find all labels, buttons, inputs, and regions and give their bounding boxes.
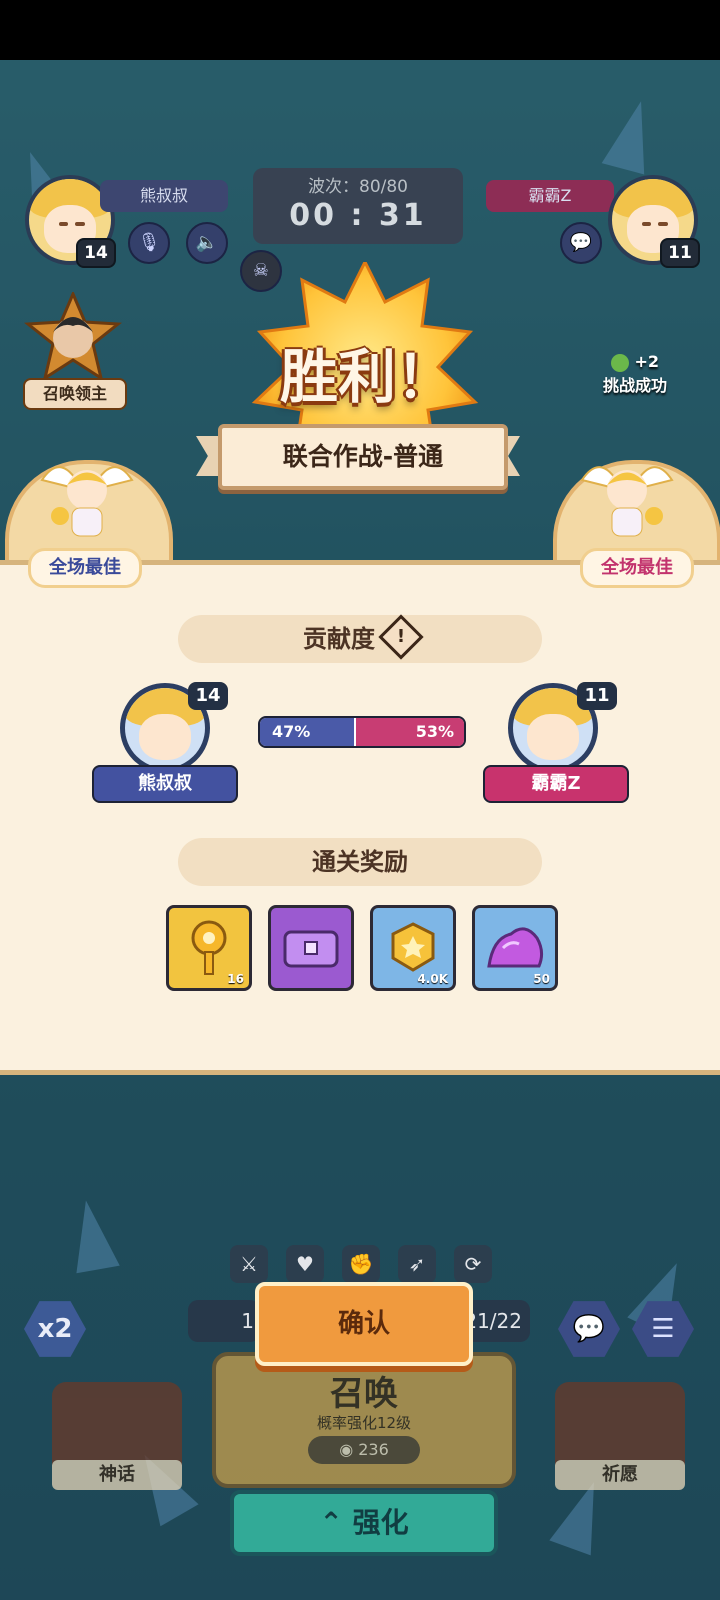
left-portrait-level: 14 [188,682,228,710]
reward-count: 50 [533,972,550,986]
right-player-level: 11 [660,238,700,268]
contribution-title: 贡献度 [303,625,375,653]
left-portrait-name: 熊叔叔 [92,765,238,803]
mvp-left-tag: 全场最佳 [28,548,142,588]
challenge-status: +2 挑战成功 [590,352,680,396]
clover-icon [610,353,629,372]
fist-icon: ✊ [342,1245,380,1283]
summon-lord-badge: 召唤领主 [23,290,127,410]
challenge-text: 挑战成功 [602,375,667,395]
speaker-off-icon[interactable]: 🔈 [186,222,228,264]
myth-label: 神话 [52,1460,182,1490]
summon-label: 召唤 [330,1374,398,1414]
heart-icon: ♥ [286,1245,324,1283]
right-contribution: 53% [355,718,464,746]
rewards-title: 通关奖励 [178,838,542,886]
myth-button[interactable]: 神话 [52,1382,182,1490]
angel-hero-icon [40,466,134,537]
reward-crystal[interactable]: 50 [472,905,558,991]
status-bar [0,0,720,60]
right-portrait-level: 11 [577,682,617,710]
match-timer: 00 : 31 [289,198,427,233]
chat-bubble-icon: 💬 [572,1314,606,1344]
chat-icon[interactable]: 💬 [560,222,602,264]
reward-count: 4.0K [417,972,448,986]
enhance-label: 强化 [352,1506,409,1539]
angel-hero-icon [580,466,674,537]
contribution-header: 贡献度! [178,614,542,663]
summon-subtitle: 概率强化12级 [316,1414,412,1432]
match-info: 波次：80/80 00 : 31 [253,168,463,244]
summon-lord-label: 召唤领主 [23,378,127,410]
speed-icon: ➶ [398,1245,436,1283]
reward-coin[interactable]: 4.0K [370,905,456,991]
wish-button[interactable]: 祈愿 [555,1382,685,1490]
attack-icon: ⚔ [230,1245,268,1283]
challenge-reward: +2 [634,352,660,371]
chest-icon [283,930,339,968]
reward-chest[interactable] [268,905,354,991]
left-player-level: 14 [76,238,116,268]
right-portrait-name: 霸霸Z [483,765,629,803]
silver-coin-icon: ◉ [339,1440,354,1459]
crit-icon: ⟳ [454,1245,492,1283]
game-mode-banner: 联合作战-普通 [218,424,508,490]
wave-counter: 波次：80/80 [308,177,408,197]
right-player-name: 霸霸Z [486,180,614,212]
left-contribution: 47% [260,718,356,746]
chevron-up-icon: ⌃ [319,1506,343,1539]
reward-count: 16 [227,972,244,986]
silver-coin-count: 1 [188,1300,260,1342]
info-icon[interactable]: ! [378,614,424,660]
victory-title: 胜利！ [279,343,454,411]
summon-button[interactable]: 召唤 概率强化12级 ◉ 236 [212,1352,516,1488]
enhance-button[interactable]: ⌃ 强化 [230,1490,498,1556]
menu-icon: ☰ [651,1314,675,1344]
mvp-right-tag: 全场最佳 [580,548,694,588]
confirm-button[interactable]: 确认 [255,1282,473,1366]
mic-off-icon[interactable]: 🎙 [128,222,170,264]
contribution-bar: 47% 53% [258,716,466,748]
wish-label: 祈愿 [555,1460,685,1490]
summon-cost: ◉ 236 [308,1436,420,1464]
left-player-name: 熊叔叔 [100,180,228,212]
reward-key[interactable]: 16 [166,905,252,991]
